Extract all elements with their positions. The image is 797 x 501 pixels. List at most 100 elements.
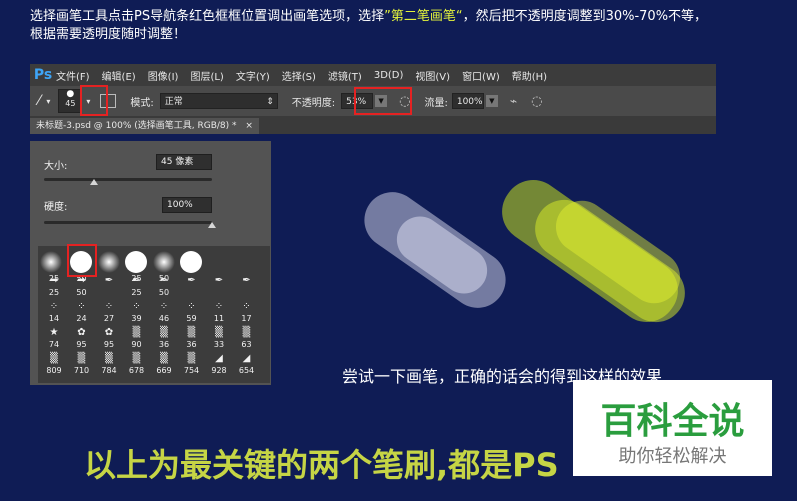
brush-preset-cell[interactable]: ▒ 809 <box>40 352 68 378</box>
document-tab-title: 未标题-3.psd @ 100% (选择画笔工具, RGB/8) * <box>36 121 237 131</box>
brush-preset-size: 25 <box>131 288 142 297</box>
hardness-slider[interactable] <box>44 221 212 224</box>
opacity-label: 不透明度: <box>291 97 336 109</box>
size-slider[interactable] <box>44 178 212 181</box>
menu-filter[interactable]: 滤镜(T) <box>328 68 362 83</box>
brush-preset-cell[interactable]: ✒ <box>205 274 233 300</box>
size-slider-handle[interactable] <box>90 179 99 185</box>
brush-tool-icon[interactable]: ⁄ <box>38 93 40 109</box>
brush-preset-cell[interactable]: ⁘ 17 <box>233 300 261 326</box>
brush-preset-cell[interactable]: ✒ <box>233 274 261 300</box>
hardness-value: 100% <box>167 200 193 210</box>
menu-help[interactable]: 帮助(H) <box>512 68 547 83</box>
menu-edit[interactable]: 编辑(E) <box>102 68 136 83</box>
brush-preset-cell[interactable]: ➡ 25 <box>40 274 68 300</box>
flow-input[interactable]: 100% <box>451 93 484 109</box>
brush-preset-cell[interactable]: ⁘ 14 <box>40 300 68 326</box>
flow-label: 流量: <box>424 97 448 109</box>
document-tab[interactable]: 未标题-3.psd @ 100% (选择画笔工具, RGB/8) * × <box>30 118 259 134</box>
brush-preset-size: 36 <box>186 340 197 349</box>
brush-preset-size: 90 <box>131 340 142 349</box>
brush-preset-glyph-icon: ✒ <box>242 275 251 286</box>
brush-preset-cell[interactable]: ✒ <box>95 274 123 300</box>
brush-preset-cell[interactable] <box>178 248 206 274</box>
menu-type[interactable]: 文字(Y) <box>236 68 270 83</box>
hardness-slider-handle[interactable] <box>208 222 216 228</box>
brush-preset-size: 654 <box>238 366 255 375</box>
brush-preset-size: 50 <box>76 288 87 297</box>
brush-preset-cell[interactable]: ➡ 50 <box>68 274 96 300</box>
menu-layer[interactable]: 图层(L) <box>190 68 223 83</box>
size-input[interactable]: 45 像素 <box>156 154 212 170</box>
brush-preset-glyph-icon: ⁘ <box>214 301 224 312</box>
menu-image[interactable]: 图像(I) <box>148 68 179 83</box>
brush-preset-glyph-icon: ◢ <box>215 353 223 364</box>
brush-preset-cell[interactable]: 50 <box>150 248 178 283</box>
brush-preset-cell[interactable]: ▒ 33 <box>205 326 233 352</box>
brush-preset-cell[interactable]: ▒ 754 <box>178 352 206 378</box>
brush-preset-glyph-icon: ➡ <box>49 275 59 286</box>
brush-preset-cell[interactable]: ⁘ 39 <box>123 300 151 326</box>
brush-preset-size: 809 <box>46 366 62 375</box>
brush-preset-cell[interactable]: ▒ 90 <box>123 326 151 352</box>
brush-preset-cell[interactable]: ▒ 669 <box>150 352 178 378</box>
intro-text: 选择画笔工具点击PS导航条红色框框位置调出画笔选项，选择”第二笔画笔“，然后把不… <box>30 8 790 44</box>
brush-preset-cell[interactable]: 25 <box>40 248 68 283</box>
brush-preset-cell[interactable]: ✿ 95 <box>95 326 123 352</box>
brush-preset-cell[interactable]: ⁘ 11 <box>205 300 233 326</box>
brush-preset-cell[interactable]: ▒ 678 <box>123 352 151 378</box>
brush-preset-cell[interactable]: ▒ 784 <box>95 352 123 378</box>
close-tab-icon[interactable]: × <box>245 121 253 131</box>
menu-window[interactable]: 窗口(W) <box>462 68 500 83</box>
brush-preset-cell[interactable]: ▒ 36 <box>178 326 206 352</box>
hardness-label: 硬度: <box>44 202 68 213</box>
tool-preset-chevron-icon[interactable]: ▾ <box>46 97 50 106</box>
intro-highlight: ”第二笔画笔“ <box>384 9 463 24</box>
brush-preset-cell[interactable]: ✒ 25 <box>123 274 151 300</box>
intro-line2: 根据需要透明度随时调整！ <box>30 27 187 42</box>
brush-preset-cell[interactable]: ✿ 95 <box>68 326 96 352</box>
brush-preset-picker[interactable]: ● 45 <box>58 89 83 113</box>
brush-preset-glyph-icon: ▒ <box>50 353 58 364</box>
menu-file[interactable]: 文件(F) <box>56 68 90 83</box>
brush-preset-cell[interactable]: ⁘ 59 <box>178 300 206 326</box>
brush-preset-cell[interactable]: ✒ 50 <box>150 274 178 300</box>
brush-preset-cell[interactable]: ▒ 63 <box>233 326 261 352</box>
hardness-input[interactable]: 100% <box>162 197 212 213</box>
document-tab-bar: 未标题-3.psd @ 100% (选择画笔工具, RGB/8) * × <box>30 116 716 134</box>
brush-preset-cell[interactable]: ▒ 36 <box>150 326 178 352</box>
brush-preset-size: 669 <box>156 366 172 375</box>
mode-select[interactable]: 正常 ⇕ <box>159 93 278 109</box>
pressure-size-icon[interactable]: ◌ <box>531 94 542 109</box>
selected-brush-highlight <box>67 244 97 277</box>
brush-preset-cell[interactable]: ⁘ 46 <box>150 300 178 326</box>
mode-value: 正常 <box>164 97 183 107</box>
flow-dropdown-icon[interactable]: ▼ <box>485 95 498 107</box>
brush-preset-size: 928 <box>211 366 227 375</box>
brush-preset-cell[interactable]: ▒ 710 <box>68 352 96 378</box>
brush-preset-glyph-icon: ⁘ <box>77 301 86 312</box>
bottom-headline: 以上为最关键的两个笔刷,都是PS <box>84 446 559 484</box>
brush-preset-cell[interactable] <box>205 248 233 274</box>
brush-preset-size: 36 <box>158 340 170 349</box>
brush-preset-cell[interactable]: ★ 74 <box>40 326 68 352</box>
brush-preset-glyph-icon: ▒ <box>132 353 141 364</box>
size-label: 大小: <box>44 161 68 172</box>
menu-3d[interactable]: 3D(D) <box>374 70 404 81</box>
brush-preset-cell[interactable]: 25 <box>123 248 151 283</box>
brush-preset-cell[interactable]: ✒ <box>178 274 206 300</box>
brush-preset-size: 63 <box>241 340 252 349</box>
brush-preset-cell[interactable] <box>233 248 261 274</box>
airbrush-icon[interactable]: ⌁ <box>510 94 517 108</box>
menu-view[interactable]: 视图(V) <box>415 68 450 83</box>
brush-preset-cell[interactable] <box>95 248 123 274</box>
menu-select[interactable]: 选择(S) <box>282 68 316 83</box>
ps-logo: Ps <box>33 67 53 83</box>
brush-preset-glyph-icon: ◢ <box>242 353 251 364</box>
brush-preset-cell[interactable]: ⁘ 24 <box>68 300 96 326</box>
brush-preset-cell[interactable]: ◢ 654 <box>233 352 261 378</box>
brush-preset-cell[interactable]: ⁘ 27 <box>95 300 123 326</box>
brush-preset-size: 33 <box>213 340 225 349</box>
brush-preset-cell[interactable]: ◢ 928 <box>205 352 233 378</box>
brush-preset-glyph-icon: ▒ <box>242 327 251 338</box>
